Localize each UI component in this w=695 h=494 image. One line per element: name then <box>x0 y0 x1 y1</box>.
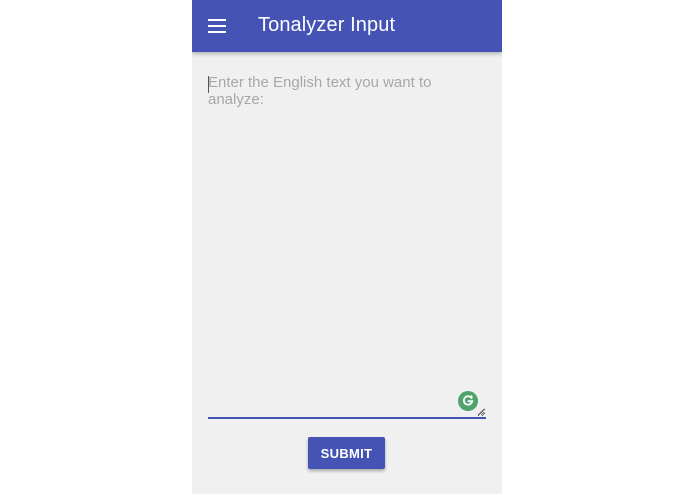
resize-handle-icon[interactable] <box>477 408 485 416</box>
grammarly-icon[interactable] <box>458 391 478 411</box>
menu-line <box>208 25 226 27</box>
menu-line <box>208 31 226 33</box>
text-cursor <box>208 76 209 93</box>
text-input-container <box>208 68 486 419</box>
submit-button[interactable]: SUBMIT <box>308 437 385 469</box>
hamburger-menu-icon[interactable] <box>208 19 226 33</box>
menu-line <box>208 19 226 21</box>
text-input[interactable] <box>208 68 486 417</box>
app-bar: Tonalyzer Input <box>192 0 502 52</box>
app-screen: Tonalyzer Input SUBMIT <box>192 0 502 494</box>
grammarly-g-glyph <box>463 395 474 406</box>
app-title: Tonalyzer Input <box>258 14 396 36</box>
